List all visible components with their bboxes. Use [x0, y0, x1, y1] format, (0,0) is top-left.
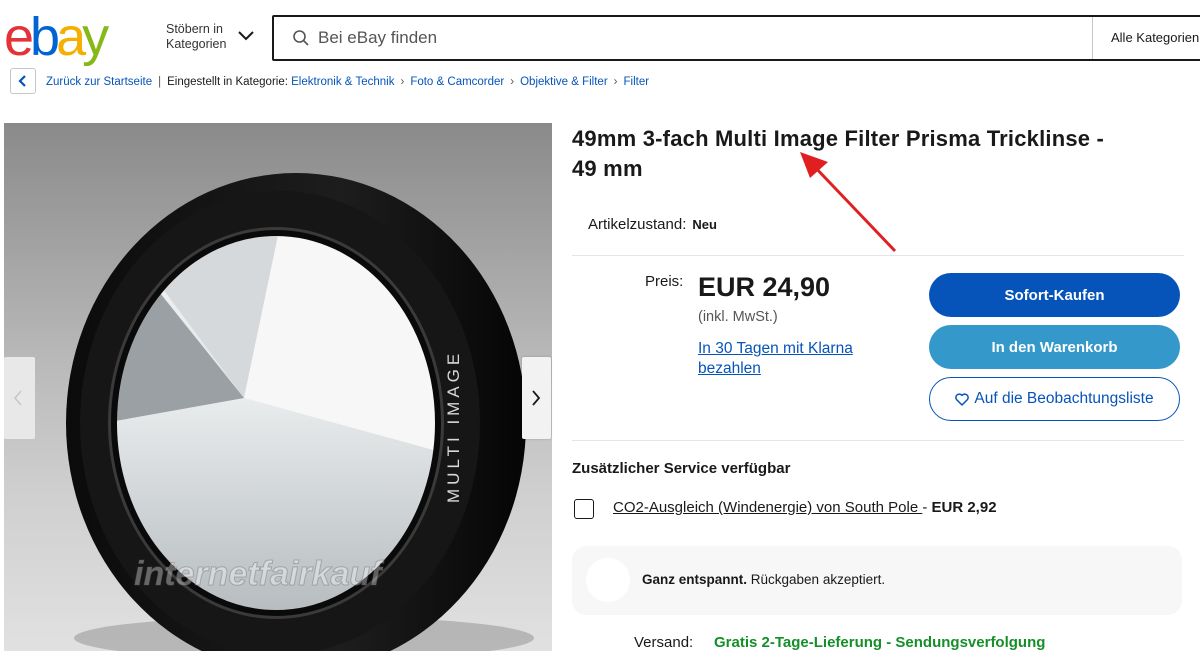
klarna-link[interactable]: In 30 Tagen mit Klarna bezahlen	[698, 339, 898, 379]
klarna-line-2: bezahlen	[698, 360, 761, 377]
browse-line-2: Kategorien	[166, 37, 227, 51]
browse-categories-button[interactable]: Stöbern in Kategorien	[166, 22, 226, 52]
service-title: Zusätzlicher Service verfügbar	[572, 460, 791, 477]
condition-row: Artikelzustand: Neu	[588, 216, 717, 233]
watchlist-label: Auf die Beobachtungsliste	[974, 390, 1154, 407]
chevron-left-icon	[13, 390, 22, 406]
breadcrumb-chevron-icon: ›	[613, 76, 618, 88]
logo-letter-e: e	[4, 7, 34, 67]
price-label: Preis:	[645, 273, 684, 290]
shipping-label: Versand:	[634, 634, 694, 651]
chevron-right-icon	[532, 390, 541, 406]
search-bar: Alle Kategorien	[272, 15, 1200, 61]
chevron-down-icon[interactable]	[236, 28, 256, 44]
category-select[interactable]: Alle Kategorien	[1092, 17, 1200, 59]
add-to-cart-button[interactable]: In den Warenkorb	[929, 325, 1180, 369]
product-image[interactable]: MULTI IMAGE internetfairkauf	[4, 123, 552, 651]
returns-icon	[586, 558, 630, 602]
heart-icon	[955, 392, 970, 406]
breadcrumb-divider: |	[158, 76, 162, 88]
divider	[572, 255, 1184, 256]
shipping-value: Gratis 2-Tage-Lieferung - Sendungsverfol…	[714, 634, 1046, 651]
gallery-next-button[interactable]	[522, 357, 551, 439]
condition-label: Artikelzustand:	[588, 216, 687, 233]
lens-filter-illustration: MULTI IMAGE internetfairkauf	[66, 173, 534, 651]
back-button[interactable]	[10, 68, 36, 94]
breadcrumb: Zurück zur Startseite | Eingestellt in Kat…	[46, 75, 649, 89]
service-option-separator: -	[922, 499, 932, 516]
returns-text: Ganz entspannt. Rückgaben akzeptiert.	[642, 572, 885, 587]
product-title: 49mm 3-fach Multi Image Filter Prisma Tr…	[572, 124, 1192, 184]
price-value: EUR 24,90	[698, 272, 831, 302]
breadcrumb-item-filter[interactable]: Filter	[624, 76, 650, 88]
co2-offset-link[interactable]: CO2-Ausgleich (Windenergie) von South Po…	[613, 499, 922, 516]
watchlist-button[interactable]: Auf die Beobachtungsliste	[929, 377, 1180, 421]
chevron-left-icon	[18, 75, 26, 87]
returns-banner: Ganz entspannt. Rückgaben akzeptiert.	[572, 546, 1182, 615]
breadcrumb-chevron-icon: ›	[400, 76, 405, 88]
breadcrumb-item-photo[interactable]: Foto & Camcorder	[410, 76, 504, 88]
buy-now-button[interactable]: Sofort-Kaufen	[929, 273, 1180, 317]
search-input[interactable]	[318, 26, 1018, 50]
logo-letter-a: a	[56, 7, 86, 67]
logo-letter-y: y	[82, 7, 109, 67]
returns-normal: Rückgaben akzeptiert.	[747, 572, 886, 587]
service-option: CO2-Ausgleich (Windenergie) von South Po…	[613, 499, 997, 516]
klarna-line-1: In 30 Tagen mit Klarna	[698, 340, 853, 357]
condition-value: Neu	[692, 217, 717, 232]
service-option-price: EUR 2,92	[931, 499, 997, 516]
listed-in-label: Eingestellt in Kategorie:	[167, 76, 288, 88]
co2-offset-checkbox[interactable]	[574, 499, 594, 519]
search-icon	[293, 30, 309, 46]
ebay-logo[interactable]: ebay	[4, 8, 136, 66]
lens-ring-text: MULTI IMAGE	[444, 350, 463, 503]
browse-line-1: Stöbern in	[166, 22, 223, 36]
divider	[572, 440, 1184, 441]
breadcrumb-item-electronics[interactable]: Elektronik & Technik	[291, 76, 394, 88]
tax-note: (inkl. MwSt.)	[698, 309, 778, 325]
product-title-line-2: 49 mm	[572, 156, 643, 181]
product-title-line-1: 49mm 3-fach Multi Image Filter Prisma Tr…	[572, 126, 1105, 151]
logo-letter-b: b	[30, 7, 60, 67]
watermark-text: internetfairkauf	[134, 555, 385, 593]
gallery-previous-button[interactable]	[4, 357, 35, 439]
returns-bold: Ganz entspannt.	[642, 572, 748, 587]
breadcrumb-item-lenses[interactable]: Objektive & Filter	[520, 76, 608, 88]
breadcrumb-chevron-icon: ›	[510, 76, 515, 88]
back-to-home-link[interactable]: Zurück zur Startseite	[46, 76, 152, 88]
